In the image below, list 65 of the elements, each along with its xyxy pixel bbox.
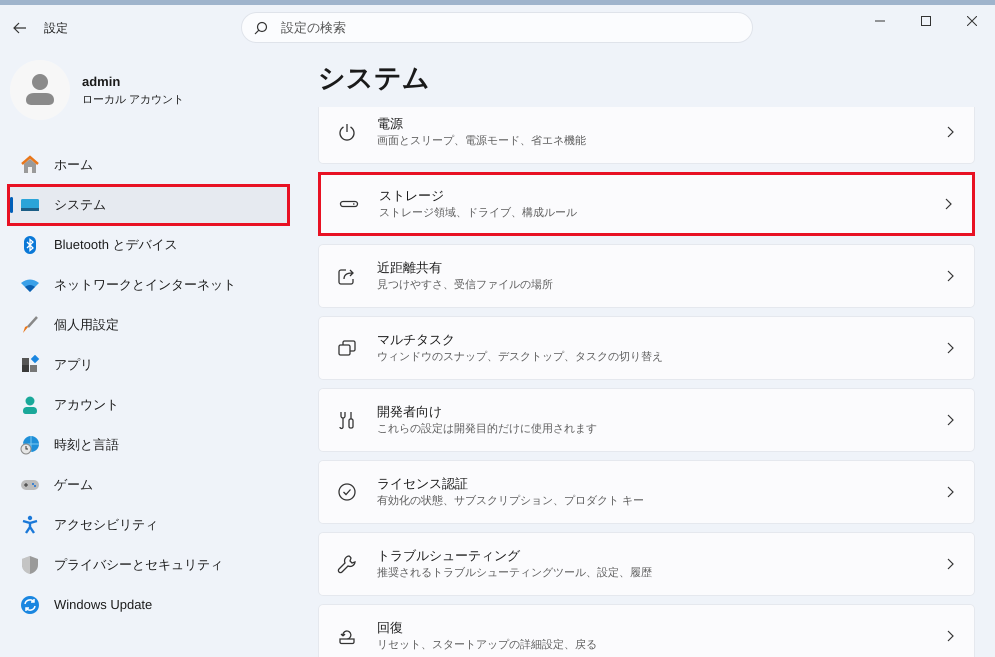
window-title: 設定 [44, 20, 68, 37]
person-icon [20, 395, 40, 415]
power-icon [337, 122, 357, 142]
settings-card[interactable]: 回復 リセット、スタートアップの詳細設定、戻る [318, 604, 975, 657]
back-arrow-icon [13, 22, 27, 34]
nav-item[interactable]: 個人用設定 [7, 304, 290, 346]
card-description: 推奨されるトラブルシューティングツール、設定、履歴 [377, 566, 653, 581]
chevron-icon [946, 486, 954, 498]
account-name: admin [82, 73, 122, 91]
settings-card[interactable]: 近距離共有 見つけやすさ、受信ファイルの場所 [318, 244, 975, 308]
globe-clock-icon [20, 435, 40, 455]
card-title: 電源 [377, 115, 404, 133]
wrench-icon [337, 554, 357, 574]
card-description: これらの設定は開発目的だけに使用されます [377, 422, 598, 437]
chevron-icon [946, 414, 954, 426]
settings-card[interactable]: 開発者向け これらの設定は開発目的だけに使用されます [318, 388, 975, 452]
search-field[interactable]: 設定の検索 [241, 12, 753, 43]
nav-item[interactable]: アカウント [7, 384, 290, 426]
card-description: ウィンドウのスナップ、デスクトップ、タスクの切り替え [377, 350, 664, 365]
page-title: システム [318, 62, 431, 95]
card-description: 見つけやすさ、受信ファイルの場所 [377, 278, 554, 293]
settings-card[interactable]: トラブルシューティング 推奨されるトラブルシューティングツール、設定、履歴 [318, 532, 975, 596]
search-icon [254, 21, 268, 35]
avatar-icon [10, 60, 70, 120]
card-title: 開発者向け [377, 403, 443, 421]
card-title: ライセンス認証 [377, 475, 469, 493]
settings-card[interactable]: マルチタスク ウィンドウのスナップ、デスクトップ、タスクの切り替え [318, 316, 975, 380]
nav-item[interactable]: ゲーム [7, 464, 290, 506]
settings-card[interactable]: ストレージ ストレージ領域、ドライブ、構成ルール [318, 172, 975, 236]
settings-card[interactable]: ライセンス認証 有効化の状態、サブスクリプション、プロダクト キー [318, 460, 975, 524]
chevron-icon [946, 630, 954, 642]
close-icon [967, 16, 977, 26]
nav-item[interactable]: システム [7, 184, 290, 226]
brush-icon [20, 315, 40, 335]
chevron-icon [946, 126, 954, 138]
chevron-icon [946, 558, 954, 570]
nav-item[interactable]: 時刻と言語 [7, 424, 290, 466]
shield-icon [20, 555, 40, 575]
nav-item[interactable]: Windows Update [7, 584, 290, 626]
windows-icon [337, 338, 357, 358]
card-description: 有効化の状態、サブスクリプション、プロダクト キー [377, 494, 646, 509]
nav-item[interactable]: アクセシビリティ [7, 504, 290, 546]
chevron-icon [946, 342, 954, 354]
settings-card[interactable]: 電源 画面とスリープ、電源モード、省エネ機能 [318, 107, 975, 164]
card-description: 画面とスリープ、電源モード、省エネ機能 [377, 134, 587, 149]
accessibility-icon [20, 515, 40, 535]
card-title: ストレージ [379, 187, 445, 205]
card-description: ストレージ領域、ドライブ、構成ルール [379, 206, 578, 221]
check-circle-icon [337, 482, 357, 502]
card-description: リセット、スタートアップの詳細設定、戻る [377, 638, 598, 653]
card-title: マルチタスク [377, 331, 456, 349]
nav-item[interactable]: アプリ [7, 344, 290, 386]
nav-item[interactable]: プライバシーとセキュリティ [7, 544, 290, 586]
nav-item[interactable]: ネットワークとインターネット [7, 264, 290, 306]
card-title: トラブルシューティング [377, 547, 522, 565]
sync-icon [20, 595, 40, 615]
card-title: 近距離共有 [377, 259, 443, 277]
card-title: 回復 [377, 619, 404, 637]
house-icon [20, 155, 40, 175]
chevron-icon [946, 270, 954, 282]
account-type: ローカル アカウント [82, 92, 184, 108]
chevron-icon [944, 198, 952, 210]
nav-item[interactable]: Bluetooth とデバイス [7, 224, 290, 266]
maximize-icon [921, 16, 931, 26]
apps-icon [20, 355, 40, 375]
